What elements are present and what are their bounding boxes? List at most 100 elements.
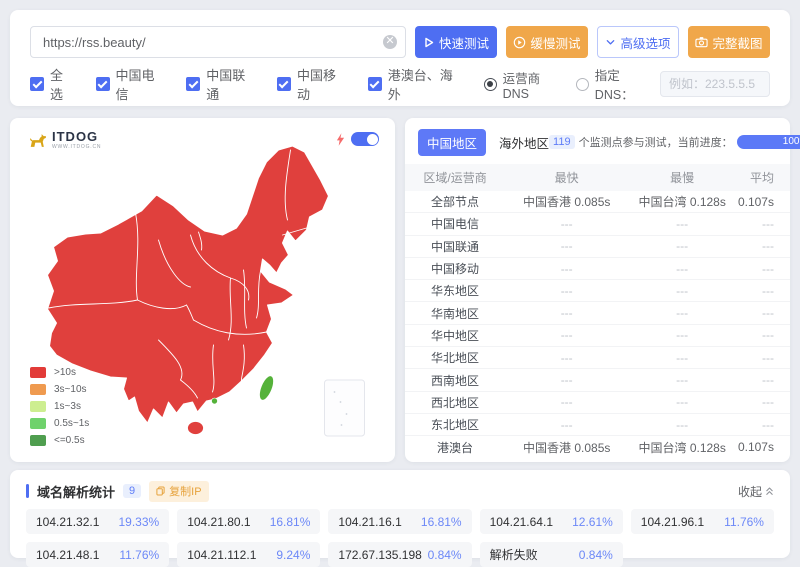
legend-chip <box>30 418 46 429</box>
ip-value: 104.21.112.1 <box>187 548 256 562</box>
tab-overseas-region[interactable]: 海外地区 <box>499 133 549 152</box>
ip-value: 104.21.48.1 <box>36 548 99 562</box>
row-fastest: --- <box>505 217 628 231</box>
full-screenshot-label: 完整截图 <box>712 33 762 52</box>
row-average: --- <box>736 351 790 365</box>
url-row: ✕ 快速测试 缓慢测试 高级选项 完整截图 <box>30 26 770 58</box>
taiwan-island <box>257 374 277 402</box>
table-row[interactable]: 华中地区 --- --- --- <box>405 325 790 347</box>
map-mode-toggle[interactable] <box>351 132 379 146</box>
ip-stat-item[interactable]: 104.21.112.1 9.24% <box>177 542 320 567</box>
custom-dns-input[interactable] <box>660 71 770 97</box>
ip-stat-item[interactable]: 104.21.32.1 19.33% <box>26 509 169 534</box>
col-fastest: 最快 <box>505 169 628 186</box>
map-panel: ITDOG WWW.ITDOG.CN <box>10 118 395 462</box>
logo-text: ITDOG <box>52 130 101 143</box>
table-row[interactable]: 西北地区 --- --- --- <box>405 392 790 414</box>
table-row[interactable]: 东北地区 --- --- --- <box>405 414 790 436</box>
percent-value: 16.81% <box>421 515 462 529</box>
ip-stat-item[interactable]: 172.67.135.198 0.84% <box>328 542 471 567</box>
row-region: 华南地区 <box>405 305 505 322</box>
dns-stats-header: 域名解析统计 9 复制IP 收起 <box>26 481 774 501</box>
percent-value: 9.24% <box>276 548 310 562</box>
checkbox-china-unicom[interactable]: 中国联通 <box>186 65 256 103</box>
col-slowest: 最慢 <box>628 169 736 186</box>
url-input[interactable] <box>30 26 406 58</box>
ip-value: 104.21.64.1 <box>490 515 553 529</box>
table-row[interactable]: 中国移动 --- --- --- <box>405 258 790 280</box>
percent-value: 11.76% <box>724 515 764 529</box>
row-region: 东北地区 <box>405 416 505 433</box>
url-input-wrap: ✕ <box>30 26 406 58</box>
row-slowest: --- <box>628 284 736 298</box>
row-slowest: --- <box>628 395 736 409</box>
copy-ip-button[interactable]: 复制IP <box>149 481 208 502</box>
table-body: 全部节点 中国香港 0.085s 中国台湾 0.128s 0.107s 中国电信… <box>405 191 790 459</box>
row-slowest: 中国台湾 0.128s <box>628 439 736 456</box>
percent-value: 0.84% <box>579 548 613 562</box>
table-row[interactable]: 华东地区 --- --- --- <box>405 280 790 302</box>
collapse-button[interactable]: 收起 <box>738 483 774 500</box>
table-row[interactable]: 中国电信 --- --- --- <box>405 213 790 235</box>
row-average: --- <box>736 373 790 387</box>
ip-stat-item[interactable]: 104.21.96.1 11.76% <box>631 509 774 534</box>
advanced-options-button[interactable]: 高级选项 <box>597 26 679 58</box>
row-fastest: --- <box>505 351 628 365</box>
ip-stat-item-resolve-failed[interactable]: 解析失败 0.84% <box>480 542 623 567</box>
checkbox-checked-icon <box>368 77 382 91</box>
row-average: --- <box>736 328 790 342</box>
custom-dns-radio[interactable] <box>576 78 589 91</box>
table-row[interactable]: 华南地区 --- --- --- <box>405 302 790 324</box>
legend-chip <box>30 401 46 412</box>
ip-stat-item[interactable]: 104.21.16.1 16.81% <box>328 509 471 534</box>
checkbox-checked-icon <box>30 77 44 91</box>
table-row[interactable]: 华北地区 --- --- --- <box>405 347 790 369</box>
carrier-dns-label: 运营商DNS <box>503 68 562 101</box>
legend-item: 0.5s~1s <box>30 418 89 429</box>
fast-test-button[interactable]: 快速测试 <box>415 26 497 58</box>
percent-value: 12.61% <box>572 515 613 529</box>
ip-stat-item[interactable]: 104.21.80.1 16.81% <box>177 509 320 534</box>
checkbox-label: 全选 <box>50 65 75 103</box>
legend-item: 3s~10s <box>30 384 89 395</box>
collapse-label: 收起 <box>738 483 762 500</box>
ip-stat-item[interactable]: 104.21.64.1 12.61% <box>480 509 623 534</box>
row-average: --- <box>736 418 790 432</box>
row-average: --- <box>736 262 790 276</box>
table-row[interactable]: 全部节点 中国香港 0.085s 中国台湾 0.128s 0.107s <box>405 191 790 213</box>
legend-label: >10s <box>54 367 76 378</box>
tab-china-region[interactable]: 中国地区 <box>418 129 486 156</box>
slow-test-button[interactable]: 缓慢测试 <box>506 26 588 58</box>
checkbox-label: 港澳台、海外 <box>388 65 463 103</box>
clear-icon[interactable]: ✕ <box>383 35 397 49</box>
ip-stat-item[interactable]: 104.21.48.1 11.76% <box>26 542 169 567</box>
progress-bar: 100% <box>737 135 800 149</box>
row-average: --- <box>736 217 790 231</box>
row-slowest: --- <box>628 418 736 432</box>
row-average: --- <box>736 239 790 253</box>
row-fastest: --- <box>505 373 628 387</box>
slow-test-icon <box>513 36 526 49</box>
checkbox-overseas[interactable]: 港澳台、海外 <box>368 65 463 103</box>
legend-label: <=0.5s <box>54 435 85 446</box>
test-toolbar-panel: ✕ 快速测试 缓慢测试 高级选项 完整截图 全选 中国电信 中国 <box>10 10 790 106</box>
row-average: --- <box>736 306 790 320</box>
table-row[interactable]: 西南地区 --- --- --- <box>405 369 790 391</box>
checkbox-china-telecom[interactable]: 中国电信 <box>96 65 166 103</box>
legend-label: 1s~3s <box>54 401 81 412</box>
row-region: 华东地区 <box>405 282 505 299</box>
legend-chip <box>30 384 46 395</box>
checkbox-select-all[interactable]: 全选 <box>30 65 75 103</box>
table-row[interactable]: 港澳台 中国香港 0.085s 中国台湾 0.128s 0.107s <box>405 436 790 458</box>
chevron-down-icon <box>605 37 616 48</box>
checkbox-checked-icon <box>186 77 200 91</box>
checkbox-china-mobile[interactable]: 中国移动 <box>277 65 347 103</box>
row-region: 中国联通 <box>405 238 505 255</box>
options-row: 全选 中国电信 中国联通 中国移动 港澳台、海外 运营商DNS 指定DNS： <box>30 74 770 94</box>
full-screenshot-button[interactable]: 完整截图 <box>688 26 770 58</box>
advanced-options-label: 高级选项 <box>620 33 670 52</box>
ip-value: 104.21.16.1 <box>338 515 401 529</box>
carrier-dns-radio[interactable] <box>484 78 497 91</box>
percent-value: 19.33% <box>118 515 159 529</box>
table-row[interactable]: 中国联通 --- --- --- <box>405 236 790 258</box>
